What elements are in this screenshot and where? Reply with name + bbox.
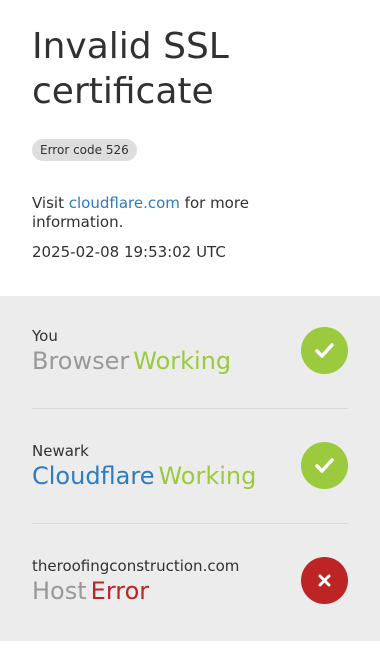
visit-message: Visit cloudflare.com for more informatio… <box>32 194 342 232</box>
status-line: Cloudflare Working <box>32 462 256 490</box>
status-row-browser: You Browser Working <box>32 296 348 411</box>
status-state: Working <box>133 347 232 375</box>
status-state: Working <box>158 462 257 490</box>
row-divider <box>32 523 348 524</box>
error-code-badge: Error code 526 <box>32 139 137 161</box>
row-divider <box>32 408 348 409</box>
status-state: Error <box>90 577 150 605</box>
page-title: Invalid SSL certificate <box>32 26 229 112</box>
status-name: Browser <box>32 347 130 375</box>
cloudflare-link[interactable]: cloudflare.com <box>69 194 180 212</box>
checkmark-icon <box>301 327 348 374</box>
status-location: You <box>32 327 58 345</box>
checkmark-icon <box>301 442 348 489</box>
x-icon <box>301 557 348 604</box>
status-line: Host Error <box>32 577 149 605</box>
status-line: Browser Working <box>32 347 231 375</box>
status-row-host: theroofingconstruction.com Host Error <box>32 526 348 641</box>
error-page: Invalid SSL certificate Error code 526 V… <box>0 0 380 660</box>
status-location: theroofingconstruction.com <box>32 557 240 575</box>
status-row-cloudflare: Newark Cloudflare Working <box>32 411 348 526</box>
status-location: Newark <box>32 442 89 460</box>
status-name: Host <box>32 577 87 605</box>
error-header: Invalid SSL certificate Error code 526 V… <box>0 0 380 296</box>
status-panel: You Browser Working Newark Cloudflare Work… <box>0 296 380 641</box>
status-name: Cloudflare <box>32 462 155 490</box>
footer-strip <box>0 641 380 660</box>
visit-prefix: Visit <box>32 194 64 212</box>
error-timestamp: 2025-02-08 19:53:02 UTC <box>32 243 226 261</box>
